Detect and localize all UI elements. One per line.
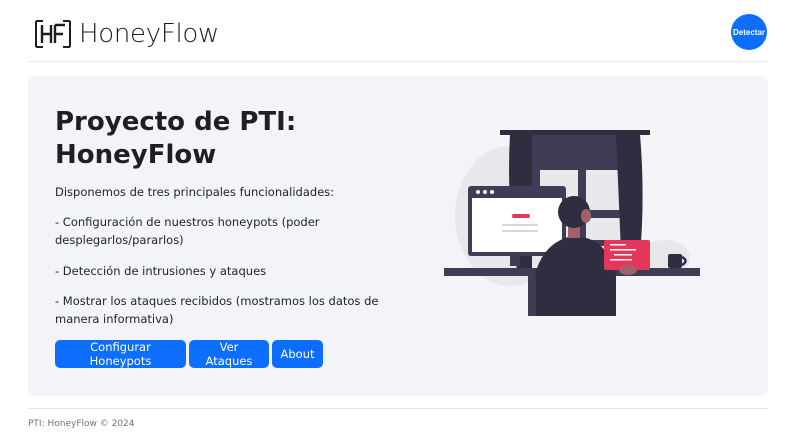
feature-attacks: - Mostrar los ataques recibidos (mostram… bbox=[55, 294, 379, 326]
feature-detection: - Detección de intrusiones y ataques bbox=[55, 264, 267, 278]
navbar: HoneyFlow Detectar bbox=[28, 0, 768, 62]
feature-configuration: - Configuración de nuestros honeypots (p… bbox=[55, 215, 320, 247]
about-button[interactable]: About bbox=[272, 340, 323, 368]
page-title: Proyecto de PTI: HoneyFlow bbox=[55, 107, 297, 170]
brand-link[interactable]: HoneyFlow bbox=[34, 17, 219, 51]
detect-button[interactable]: Detectar bbox=[731, 14, 767, 50]
action-buttons: Configurar Honeypots Ver Ataques About bbox=[55, 340, 323, 368]
footer: PTI: HoneyFlow © 2024 bbox=[28, 408, 768, 429]
intro-text: Disponemos de tres principales funcional… bbox=[55, 185, 335, 199]
hf-logo-icon bbox=[34, 19, 72, 49]
view-attacks-button[interactable]: Ver Ataques bbox=[189, 340, 269, 368]
brand-name: HoneyFlow bbox=[79, 19, 219, 49]
footer-copyright: PTI: HoneyFlow © 2024 bbox=[28, 419, 135, 429]
hacker-at-computer-illustration bbox=[440, 126, 702, 318]
configure-honeypots-button[interactable]: Configurar Honeypots bbox=[55, 340, 186, 368]
